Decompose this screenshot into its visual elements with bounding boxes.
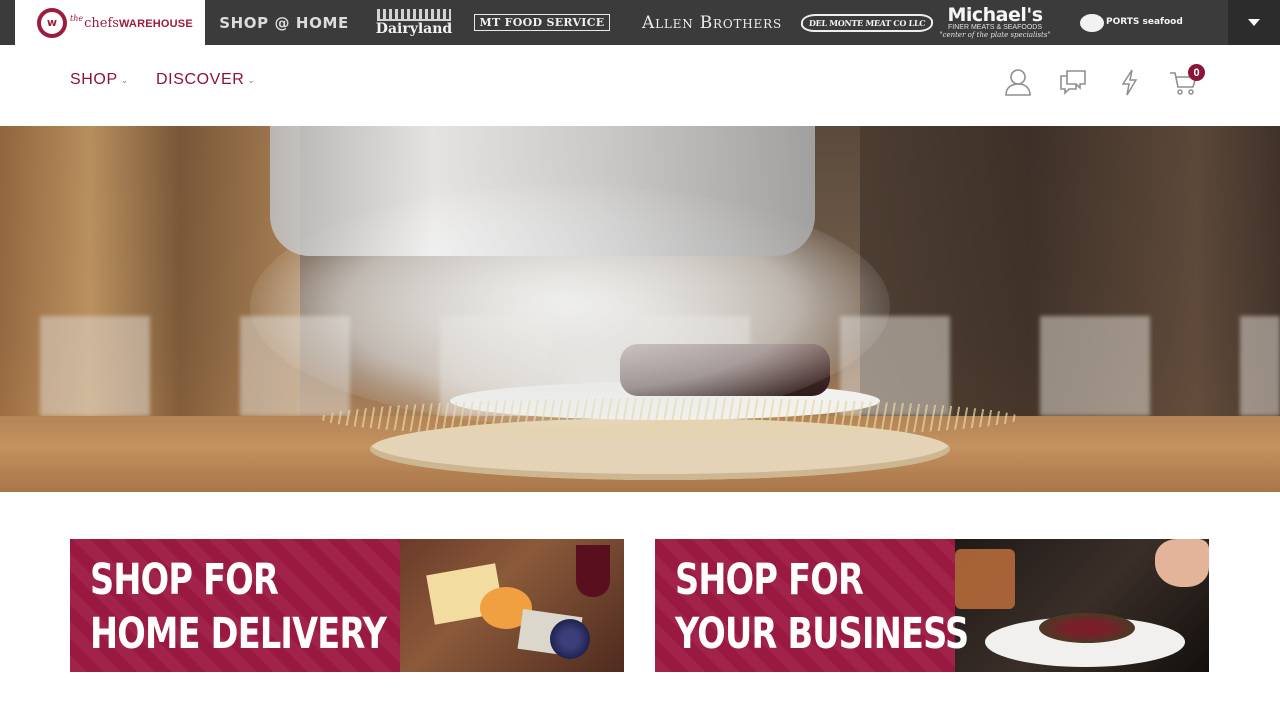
- nav-discover-label: DISCOVER: [156, 71, 245, 88]
- del-monte-name: DEL MONTE MEAT CO LLC: [800, 13, 934, 32]
- cart-count-badge: 0: [1188, 64, 1205, 81]
- your-business-label: SHOP FOR YOUR BUSINESS: [675, 553, 969, 661]
- ports-name: PORTS seafood: [1106, 17, 1183, 27]
- chef-hand: [1155, 539, 1209, 587]
- cheese-board-image: [400, 539, 624, 672]
- home-delivery-label: SHOP FOR HOME DELIVERY: [90, 553, 387, 661]
- brand-allen-brothers[interactable]: Allen Brothers: [630, 0, 794, 45]
- brand-del-monte-meat[interactable]: DEL MONTE MEAT CO LLC: [800, 0, 934, 45]
- brand-mt-food-service[interactable]: MT FOOD SERVICE: [473, 0, 611, 45]
- plated-dish-image: [955, 539, 1209, 672]
- michaels-sub: FINER MEATS & SEAFOODS: [948, 24, 1042, 31]
- hero-banner[interactable]: [0, 126, 1280, 492]
- shop-home-delivery-banner[interactable]: SHOP FOR HOME DELIVERY: [70, 539, 624, 672]
- home-delivery-line1: SHOP FOR: [90, 555, 279, 605]
- hero-cloche: [270, 126, 815, 256]
- michaels-name: Michael's: [947, 4, 1043, 26]
- brand-shop-at-home[interactable]: SHOP @ HOME: [219, 0, 348, 45]
- dairyland-name: Dairyland: [375, 20, 453, 37]
- chevron-down-icon: ⌄: [247, 74, 256, 85]
- ports-logo-mark: [1080, 13, 1104, 32]
- brand-ports-seafood[interactable]: PORTS seafood: [1078, 0, 1183, 45]
- home-delivery-line2: HOME DELIVERY: [90, 609, 387, 659]
- main-nav: SHOP ⌄ DISCOVER ⌄: [0, 45, 1280, 126]
- mt-food-service-name: MT FOOD SERVICE: [473, 14, 611, 31]
- nav-discover[interactable]: DISCOVER ⌄: [156, 71, 256, 89]
- chefs-warehouse-logo[interactable]: w thechefsWAREHOUSE: [15, 0, 205, 45]
- brand-menu-toggle[interactable]: [1228, 0, 1280, 45]
- dairyland-skyline-graphic: [377, 8, 451, 21]
- dish-food: [1039, 613, 1135, 643]
- nav-shop[interactable]: SHOP ⌄: [70, 71, 129, 89]
- triangle-down-icon: [1248, 19, 1260, 26]
- brand-bar: w thechefsWAREHOUSE SHOP @ HOME Dairylan…: [0, 0, 1280, 45]
- nav-shop-label: SHOP: [70, 71, 118, 88]
- your-business-line1: SHOP FOR: [675, 555, 864, 605]
- user-icon[interactable]: [1003, 67, 1033, 97]
- shop-your-business-banner[interactable]: SHOP FOR YOUR BUSINESS: [655, 539, 1209, 672]
- chefs-warehouse-wordmark: thechefsWAREHOUSE: [70, 14, 193, 31]
- wine-glass: [576, 545, 610, 597]
- brand-dairyland[interactable]: Dairyland: [374, 0, 454, 45]
- chefs-warehouse-logo-mark: w: [37, 7, 67, 38]
- lightning-icon[interactable]: [1115, 67, 1145, 97]
- grapes: [550, 619, 590, 659]
- chevron-down-icon: ⌄: [120, 74, 129, 85]
- chat-icon[interactable]: [1058, 67, 1088, 97]
- brand-michaels[interactable]: Michael's FINER MEATS & SEAFOODS "center…: [939, 0, 1051, 45]
- michaels-tagline: "center of the plate specialists": [939, 31, 1051, 39]
- your-business-line2: YOUR BUSINESS: [675, 609, 969, 659]
